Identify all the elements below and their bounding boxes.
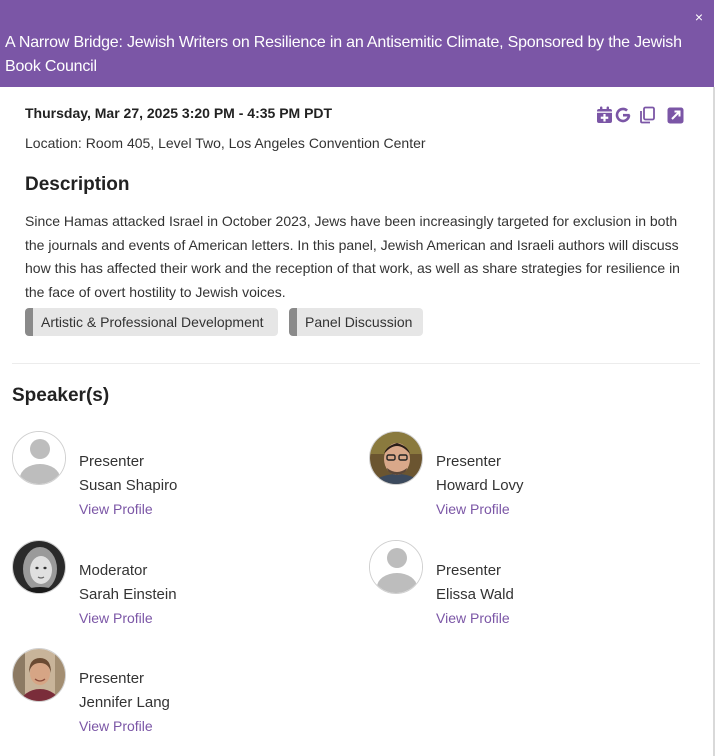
tag-panel-discussion[interactable]: Panel Discussion	[289, 308, 423, 336]
default-avatar-icon	[13, 432, 65, 484]
speaker-photo	[13, 649, 65, 701]
speaker-name: Susan Shapiro	[79, 477, 178, 494]
modal-header: A Narrow Bridge: Jewish Writers on Resil…	[0, 0, 714, 87]
copy-icon[interactable]	[637, 105, 657, 125]
speaker-card: Presenter Jennifer Lang View Profile	[12, 648, 342, 738]
view-profile-link[interactable]: View Profile	[436, 501, 510, 517]
speaker-name: Elissa Wald	[436, 586, 514, 603]
section-divider	[12, 363, 700, 364]
avatar	[12, 540, 66, 594]
speaker-role: Presenter	[79, 670, 145, 687]
avatar	[12, 431, 66, 485]
speaker-card: Presenter Howard Lovy View Profile	[369, 431, 699, 521]
view-profile-link[interactable]: View Profile	[79, 501, 153, 517]
speaker-card: Presenter Elissa Wald View Profile	[369, 540, 699, 630]
view-profile-link[interactable]: View Profile	[436, 610, 510, 626]
avatar	[369, 431, 423, 485]
speaker-role: Moderator	[79, 562, 148, 579]
speaker-name: Howard Lovy	[436, 477, 524, 494]
description-text: Since Hamas attacked Israel in October 2…	[25, 213, 680, 300]
speaker-name: Sarah Einstein	[79, 586, 177, 603]
speaker-role: Presenter	[436, 562, 502, 579]
session-datetime: Thursday, Mar 27, 2025 3:20 PM - 4:35 PM…	[25, 105, 333, 121]
description-heading: Description	[25, 174, 130, 195]
avatar	[12, 648, 66, 702]
view-profile-link[interactable]: View Profile	[79, 610, 153, 626]
speaker-photo	[370, 432, 422, 484]
speaker-card: Moderator Sarah Einstein View Profile	[12, 540, 342, 630]
speaker-photo	[13, 541, 65, 593]
speaker-name: Jennifer Lang	[79, 694, 170, 711]
google-calendar-icon[interactable]	[614, 105, 632, 125]
speaker-role: Presenter	[79, 453, 145, 470]
speaker-card: Presenter Susan Shapiro View Profile	[12, 431, 342, 521]
external-link-icon[interactable]	[665, 105, 685, 125]
session-title: A Narrow Bridge: Jewish Writers on Resil…	[5, 34, 682, 75]
session-location: Location: Room 405, Level Two, Los Angel…	[25, 135, 426, 151]
action-toolbar	[594, 105, 685, 125]
view-profile-link[interactable]: View Profile	[79, 718, 153, 734]
close-button[interactable]: ×	[693, 10, 705, 24]
speaker-role: Presenter	[436, 453, 502, 470]
avatar	[369, 540, 423, 594]
tag-artistic-professional-development[interactable]: Artistic & Professional Development	[25, 308, 278, 336]
default-avatar-icon	[370, 541, 422, 593]
speakers-heading: Speaker(s)	[12, 385, 110, 406]
calendar-add-icon[interactable]	[594, 105, 614, 125]
